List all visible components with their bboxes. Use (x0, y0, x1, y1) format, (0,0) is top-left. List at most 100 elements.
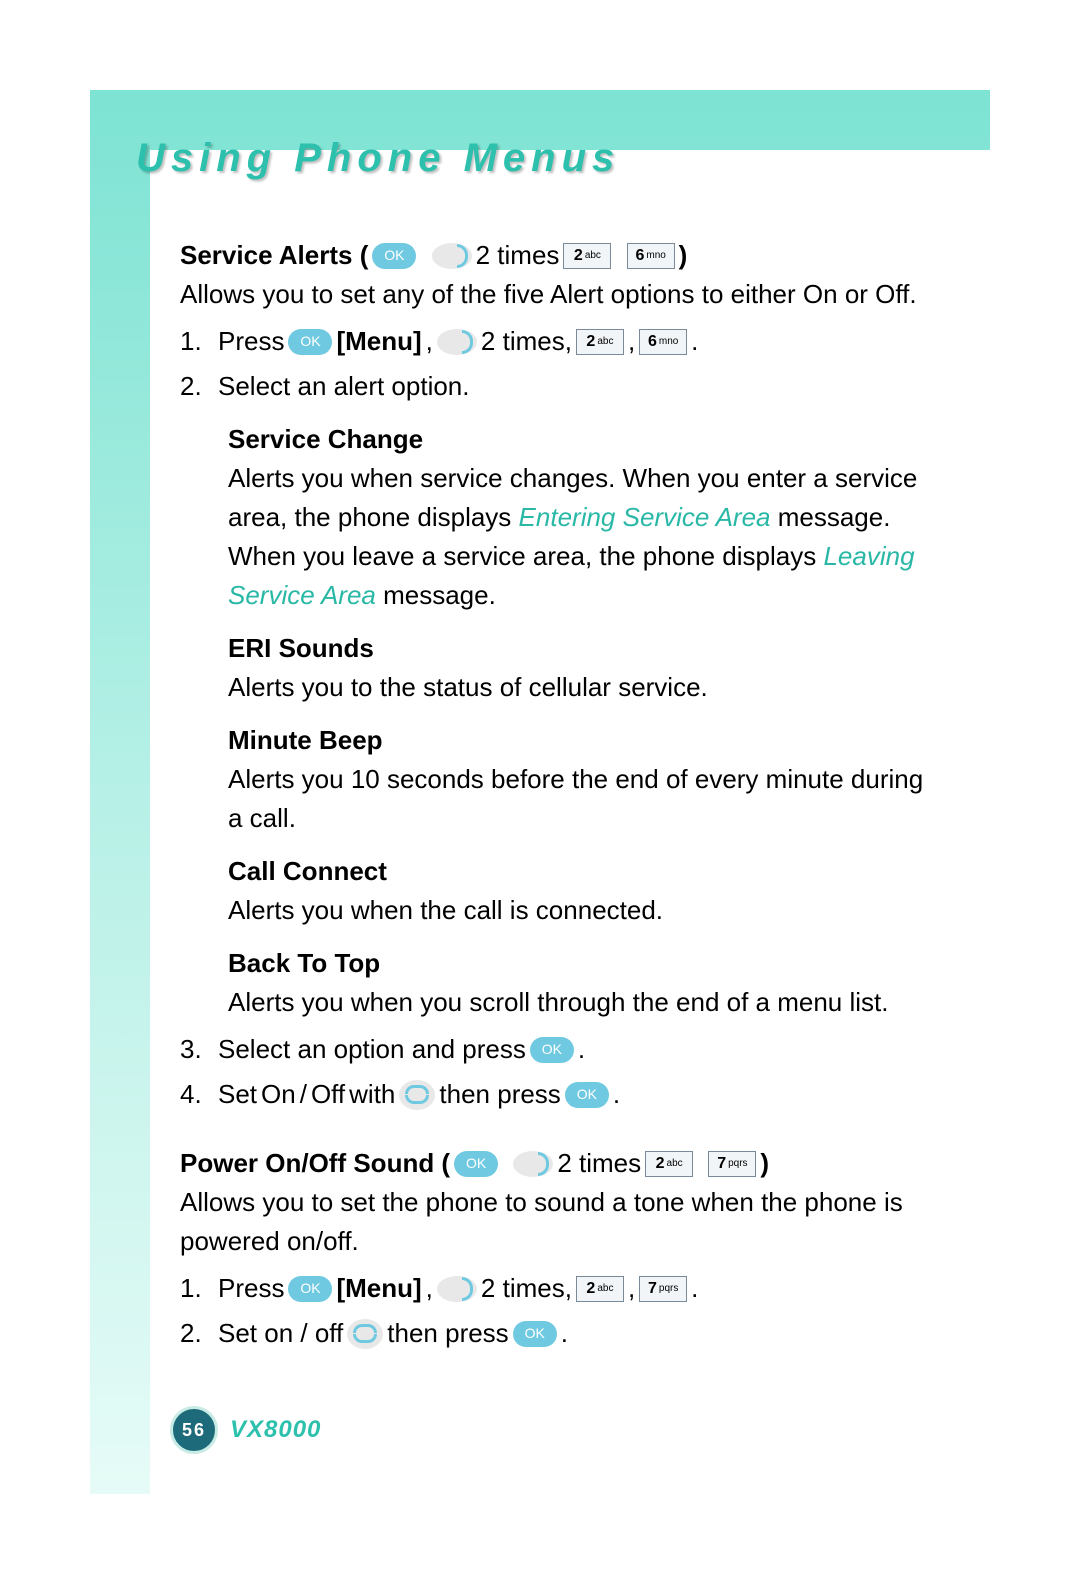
text: . (691, 1269, 698, 1308)
text-on: On (803, 279, 838, 309)
sa-step3: 3. Select an option and press OK . (180, 1030, 950, 1069)
text: or (838, 279, 876, 309)
nav-updown-icon (347, 1319, 383, 1349)
page-number-badge: 56 (170, 1406, 218, 1454)
spacer (502, 1144, 509, 1183)
nav-right-icon (432, 243, 472, 269)
text: , (628, 322, 635, 361)
power-step1: 1. Press OK [Menu] , 2 times, 2abc , 7pq… (180, 1269, 950, 1308)
sa-step2: 2. Select an alert option. (180, 367, 950, 406)
text: Allows you to set any of the five Alert … (180, 279, 803, 309)
list-number: 1. (180, 1269, 214, 1308)
spacer (420, 236, 427, 275)
eri-body: Alerts you to the status of cellular ser… (228, 668, 940, 707)
sa-step4: 4. Set On / Off with then press OK . (180, 1075, 950, 1114)
model-label: VX8000 (230, 1416, 321, 1444)
text: then press (439, 1075, 560, 1114)
text: Set (218, 1075, 257, 1114)
minute-block: Minute Beep Alerts you 10 seconds before… (228, 721, 950, 838)
service-alerts-heading: Service Alerts ( (180, 236, 368, 275)
service-change-heading: Service Change (228, 420, 940, 459)
text: . (691, 322, 698, 361)
on-text: On (261, 1075, 296, 1114)
ok-button-icon: OK (513, 1321, 557, 1347)
key-2abc-icon: 2abc (563, 243, 611, 269)
list-number: 2. (180, 367, 214, 406)
text: , (426, 322, 433, 361)
list-number: 1. (180, 322, 214, 361)
text: then press (387, 1314, 508, 1353)
power-step2: 2. Set on / off then press OK . (180, 1314, 950, 1353)
text: , (628, 1269, 635, 1308)
text: . (578, 1030, 585, 1069)
key-2abc-icon: 2abc (576, 329, 624, 355)
ok-button-icon: OK (565, 1082, 609, 1108)
ok-button-icon: OK (530, 1037, 574, 1063)
ok-button-icon: OK (454, 1151, 498, 1177)
text: Press (218, 322, 284, 361)
nav-right-icon (513, 1151, 553, 1177)
text: . (561, 1314, 568, 1353)
power-intro: Allows you to set the phone to sound a t… (180, 1183, 950, 1261)
text: . (909, 279, 916, 309)
eri-block: ERI Sounds Alerts you to the status of c… (228, 629, 950, 707)
nav-updown-icon (399, 1080, 435, 1110)
off-text: Off (311, 1075, 345, 1114)
nav-right-icon (437, 1276, 477, 1302)
minute-body: Alerts you 10 seconds before the end of … (228, 760, 940, 838)
key-7pqrs-icon: 7pqrs (708, 1151, 756, 1177)
key-2abc-icon: 2abc (645, 1151, 693, 1177)
call-connect-block: Call Connect Alerts you when the call is… (228, 852, 950, 930)
call-connect-body: Alerts you when the call is connected. (228, 891, 940, 930)
text: 2 times, (481, 1269, 572, 1308)
menu-label: [Menu] (336, 1269, 421, 1308)
paren-close: ) (679, 236, 688, 275)
text: 2 times, (481, 322, 572, 361)
page-background: Using Phone Menus Service Alerts ( OK 2 … (90, 90, 990, 1494)
list-number: 4. (180, 1075, 214, 1114)
nav-right-icon (437, 329, 477, 355)
key-6mno-icon: 6mno (627, 243, 675, 269)
text: with (349, 1075, 395, 1114)
text-2-times: 2 times (557, 1144, 641, 1183)
eri-heading: ERI Sounds (228, 629, 940, 668)
back-to-top-block: Back To Top Alerts you when you scroll t… (228, 944, 950, 1022)
spacer (615, 236, 622, 275)
text-2-times: 2 times (476, 236, 560, 275)
power-heading-line: Power On/Off Sound ( OK 2 times 2abc 7pq… (180, 1144, 950, 1183)
service-alerts-intro: Allows you to set any of the five Alert … (180, 275, 950, 314)
text: , (426, 1269, 433, 1308)
text-off: Off (875, 279, 909, 309)
back-to-top-heading: Back To Top (228, 944, 940, 983)
text: message. (376, 580, 496, 610)
page-title: Using Phone Menus (136, 136, 620, 181)
text: Select an option and press (218, 1030, 526, 1069)
key-2abc-icon: 2abc (576, 1276, 624, 1302)
back-to-top-body: Alerts you when you scroll through the e… (228, 983, 940, 1022)
sa-step1: 1. Press OK [Menu] , 2 times, 2abc , 6mn… (180, 322, 950, 361)
service-change-block: Service Change Alerts you when service c… (228, 420, 950, 615)
service-change-body: Alerts you when service changes. When yo… (228, 459, 940, 615)
power-heading: Power On/Off Sound ( (180, 1144, 450, 1183)
paren-close: ) (760, 1144, 769, 1183)
minute-heading: Minute Beep (228, 721, 940, 760)
call-connect-heading: Call Connect (228, 852, 940, 891)
ok-button-icon: OK (288, 329, 332, 355)
spacer (697, 1144, 704, 1183)
page-content-area: Using Phone Menus Service Alerts ( OK 2 … (150, 150, 990, 1494)
key-7pqrs-icon: 7pqrs (639, 1276, 687, 1302)
text: . (613, 1075, 620, 1114)
list-number: 2. (180, 1314, 214, 1353)
page-footer: 56 VX8000 (170, 1406, 321, 1454)
key-6mno-icon: 6mno (639, 329, 687, 355)
msg-entering: Entering Service Area (519, 502, 771, 532)
list-number: 3. (180, 1030, 214, 1069)
body-content: Service Alerts ( OK 2 times 2abc 6mno ) … (180, 230, 950, 1353)
text: Set on / off (218, 1314, 343, 1353)
text: / (300, 1075, 307, 1114)
ok-button-icon: OK (288, 1276, 332, 1302)
service-alerts-heading-line: Service Alerts ( OK 2 times 2abc 6mno ) (180, 236, 950, 275)
text: Press (218, 1269, 284, 1308)
text: Select an alert option. (218, 367, 470, 406)
menu-label: [Menu] (336, 322, 421, 361)
